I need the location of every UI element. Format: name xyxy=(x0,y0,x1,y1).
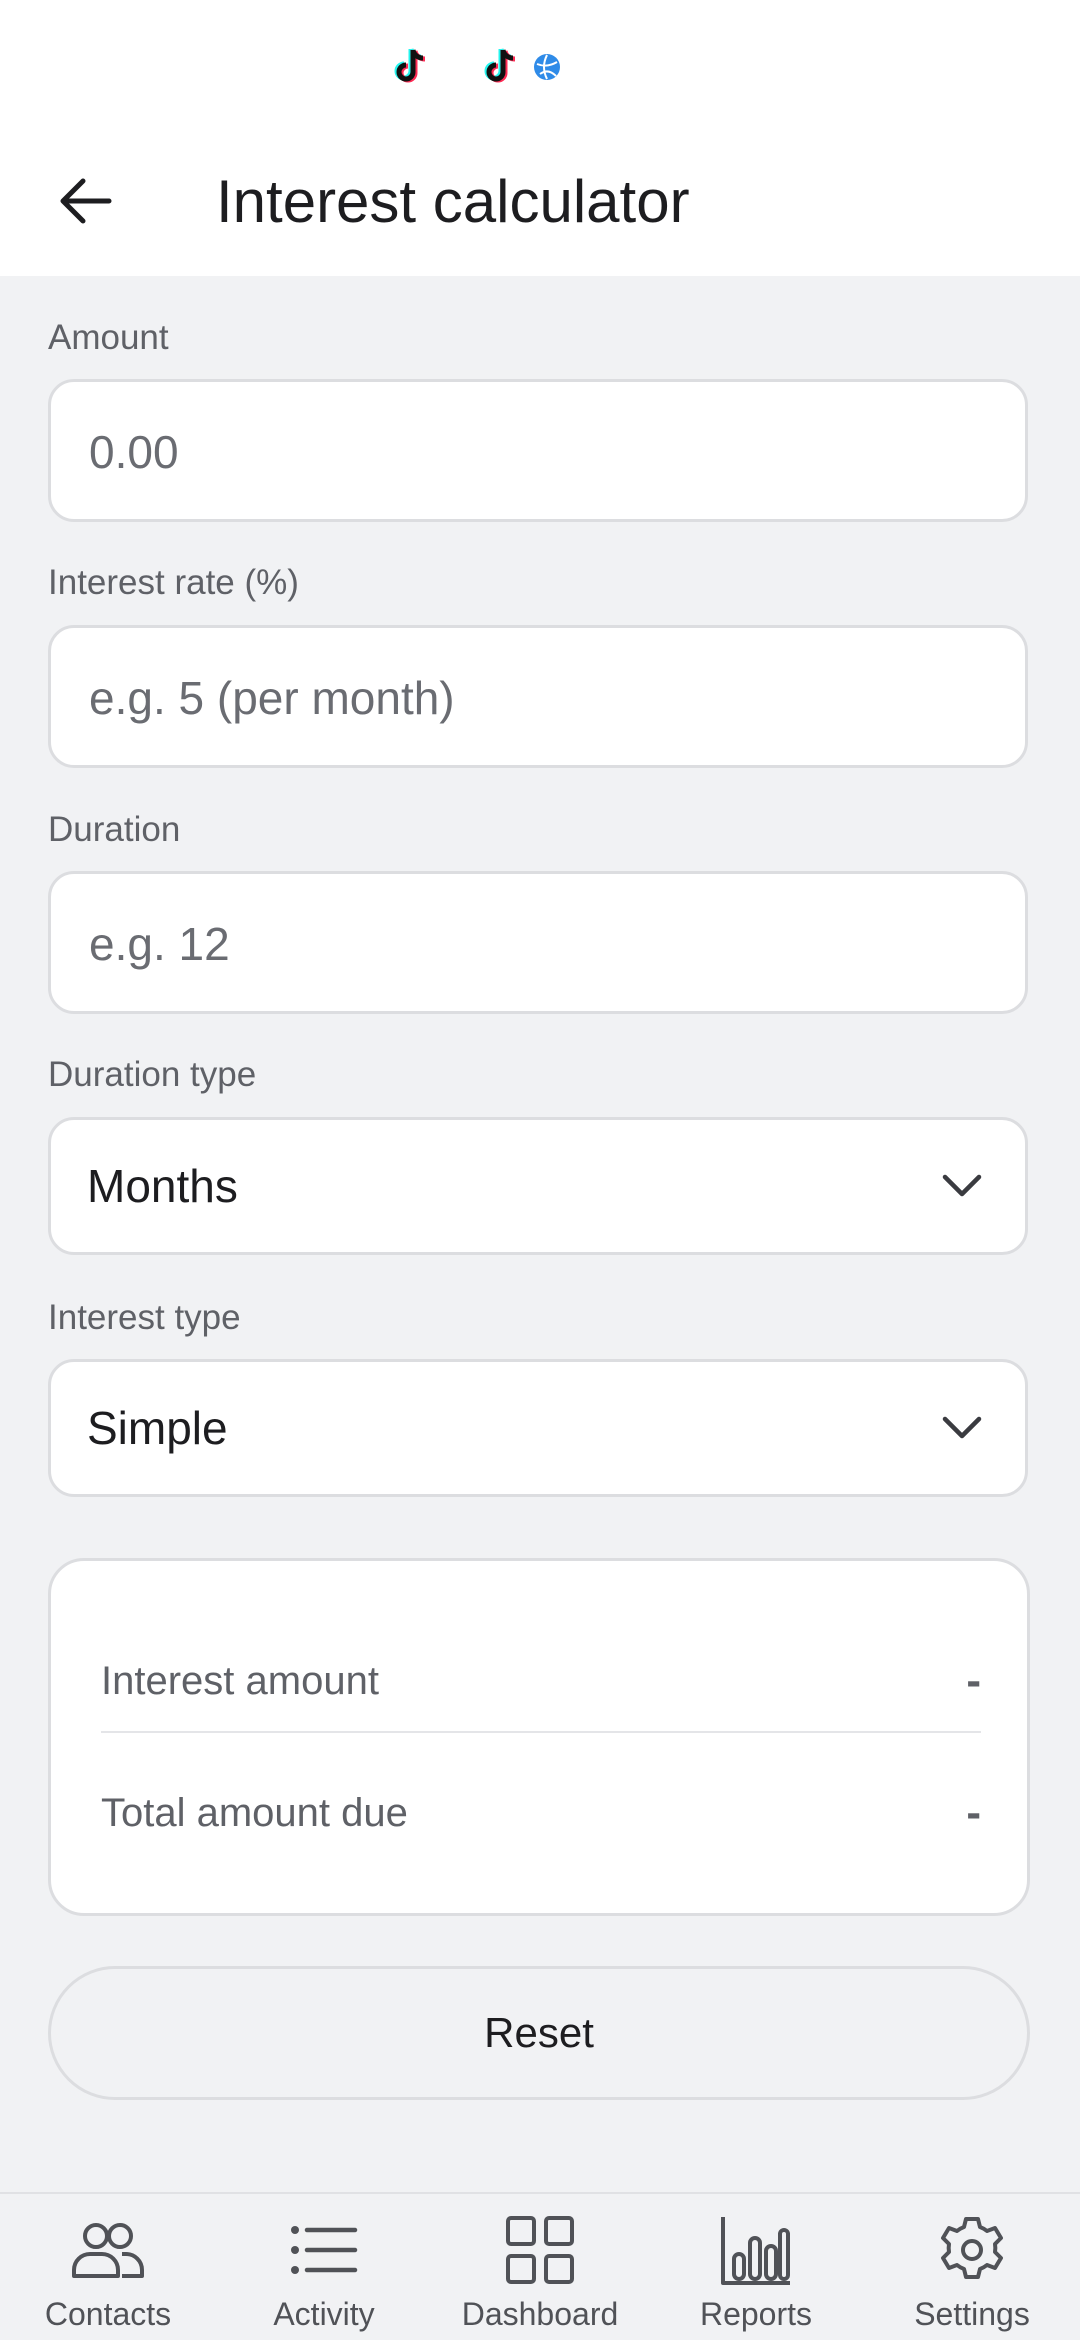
status-bar xyxy=(0,0,1080,130)
duration-field xyxy=(48,871,1028,1014)
chevron-down-icon xyxy=(942,1416,982,1439)
nav-item-settings[interactable]: Settings xyxy=(864,2212,1080,2340)
back-button[interactable] xyxy=(40,156,130,246)
nav-label: Dashboard xyxy=(461,2296,619,2332)
interest-amount-value: - xyxy=(966,1656,981,1705)
interest-amount-label: Interest amount xyxy=(101,1658,379,1703)
results-card: Interest amount - Total amount due - xyxy=(48,1558,1030,1916)
nav-item-dashboard[interactable]: Dashboard xyxy=(432,2212,648,2340)
reset-button[interactable]: Reset xyxy=(48,1966,1030,2100)
tiktok-notification-icon xyxy=(394,48,426,83)
nav-label: Settings xyxy=(914,2296,1030,2332)
app-bar: Interest calculator xyxy=(0,130,1080,276)
interest-type-value: Simple xyxy=(87,1402,228,1454)
arrow-left-icon xyxy=(60,178,112,224)
amount-field xyxy=(48,379,1028,522)
interest-type-select[interactable]: Simple xyxy=(48,1359,1028,1497)
amount-label: Amount xyxy=(48,318,169,357)
total-amount-due-value: - xyxy=(966,1788,981,1837)
duration-type-value: Months xyxy=(87,1160,238,1212)
contacts-icon xyxy=(72,2223,144,2278)
duration-type-label: Duration type xyxy=(48,1055,257,1094)
nav-label: Contacts xyxy=(44,2296,172,2332)
total-amount-due-row: Total amount due - xyxy=(101,1773,981,1853)
interest-amount-row: Interest amount - xyxy=(101,1641,981,1721)
nav-label: Activity xyxy=(273,2296,375,2332)
grid-icon xyxy=(506,2216,574,2284)
globe-icon xyxy=(534,54,560,80)
nav-item-activity[interactable]: Activity xyxy=(216,2212,432,2340)
results-divider xyxy=(101,1731,981,1733)
interest-rate-field xyxy=(48,625,1028,768)
amount-input[interactable] xyxy=(87,382,991,521)
list-icon xyxy=(291,2226,358,2274)
interest-rate-label: Interest rate (%) xyxy=(48,563,299,602)
tiktok-notification-icon xyxy=(484,48,516,83)
gear-icon xyxy=(941,2217,1003,2279)
bottom-navigation: Contacts Activity Dashboard Reports Sett… xyxy=(0,2192,1080,2340)
nav-label: Reports xyxy=(699,2296,813,2332)
chevron-down-icon xyxy=(942,1174,982,1197)
duration-input[interactable] xyxy=(87,874,991,1013)
total-amount-due-label: Total amount due xyxy=(101,1790,408,1835)
duration-label: Duration xyxy=(48,810,181,849)
interest-type-label: Interest type xyxy=(48,1298,241,1337)
duration-type-select[interactable]: Months xyxy=(48,1117,1028,1255)
nav-item-reports[interactable]: Reports xyxy=(648,2212,864,2340)
page-title: Interest calculator xyxy=(216,168,690,235)
nav-item-contacts[interactable]: Contacts xyxy=(0,2212,216,2340)
interest-rate-input[interactable] xyxy=(87,628,991,767)
bar-chart-icon xyxy=(721,2217,790,2285)
